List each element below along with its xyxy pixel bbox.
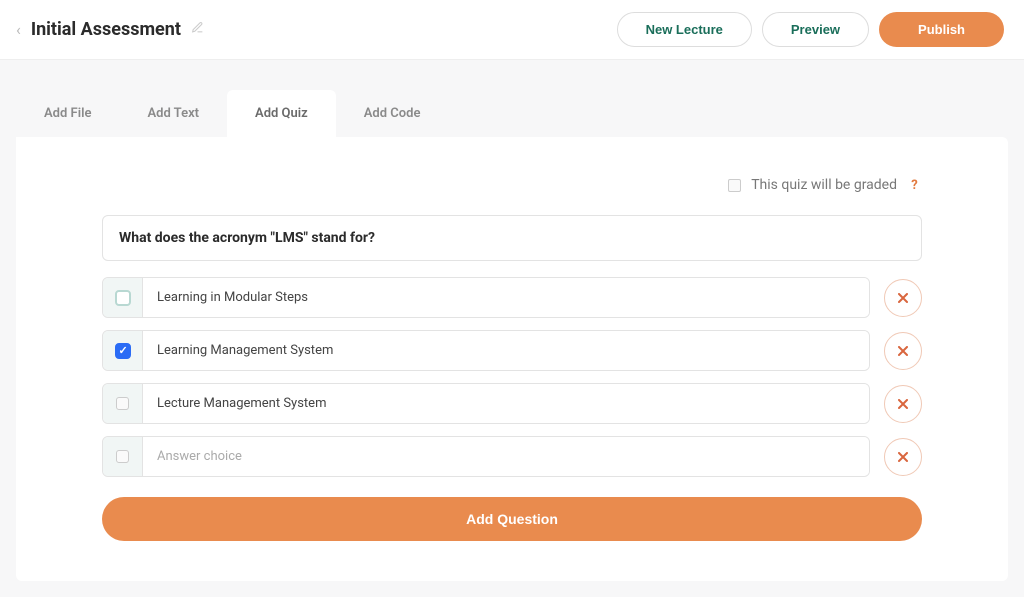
answer-check-wrap[interactable]	[103, 331, 143, 370]
close-icon	[898, 452, 908, 462]
new-lecture-button[interactable]: New Lecture	[617, 12, 752, 47]
answer-body	[102, 436, 870, 477]
tab-add-text[interactable]: Add Text	[119, 90, 227, 137]
answer-body	[102, 277, 870, 318]
answer-body	[102, 383, 870, 424]
delete-answer-button[interactable]	[884, 385, 922, 423]
answer-input[interactable]	[143, 278, 869, 317]
answer-input[interactable]	[143, 331, 869, 370]
preview-button[interactable]: Preview	[762, 12, 869, 47]
answer-check-wrap[interactable]	[103, 437, 143, 476]
tab-add-code[interactable]: Add Code	[336, 90, 449, 137]
answer-input[interactable]	[143, 384, 869, 423]
page-header: ‹ Initial Assessment New Lecture Preview…	[0, 0, 1024, 60]
graded-checkbox[interactable]	[728, 179, 741, 192]
answer-row	[102, 277, 922, 318]
answer-check-wrap[interactable]	[103, 384, 143, 423]
close-icon	[898, 346, 908, 356]
delete-answer-button[interactable]	[884, 332, 922, 370]
answer-row	[102, 436, 922, 477]
delete-answer-button[interactable]	[884, 438, 922, 476]
answer-body	[102, 330, 870, 371]
tabs: Add File Add Text Add Quiz Add Code	[16, 90, 1008, 137]
page-title: Initial Assessment	[31, 19, 181, 40]
graded-row: This quiz will be graded ?	[102, 177, 922, 193]
pencil-icon[interactable]	[191, 21, 204, 38]
help-icon[interactable]: ?	[907, 178, 922, 193]
close-icon	[898, 293, 908, 303]
checkbox-icon[interactable]	[116, 397, 129, 410]
question-input[interactable]	[102, 215, 922, 261]
header-actions: New Lecture Preview Publish	[617, 12, 1004, 47]
delete-answer-button[interactable]	[884, 279, 922, 317]
checkbox-icon[interactable]	[115, 290, 131, 306]
answer-check-wrap[interactable]	[103, 278, 143, 317]
add-question-button[interactable]: Add Question	[102, 497, 922, 541]
tab-add-file[interactable]: Add File	[16, 90, 119, 137]
answer-input[interactable]	[143, 437, 869, 476]
answer-row	[102, 383, 922, 424]
back-icon[interactable]: ‹	[16, 20, 21, 39]
checkbox-icon[interactable]	[115, 343, 131, 359]
graded-label: This quiz will be graded	[751, 177, 897, 193]
answer-row	[102, 330, 922, 371]
checkbox-icon[interactable]	[116, 450, 129, 463]
header-left: ‹ Initial Assessment	[16, 19, 204, 40]
tab-add-quiz[interactable]: Add Quiz	[227, 90, 336, 137]
content-area: Add File Add Text Add Quiz Add Code This…	[0, 90, 1024, 597]
close-icon	[898, 399, 908, 409]
quiz-panel: This quiz will be graded ?	[16, 137, 1008, 581]
publish-button[interactable]: Publish	[879, 12, 1004, 47]
